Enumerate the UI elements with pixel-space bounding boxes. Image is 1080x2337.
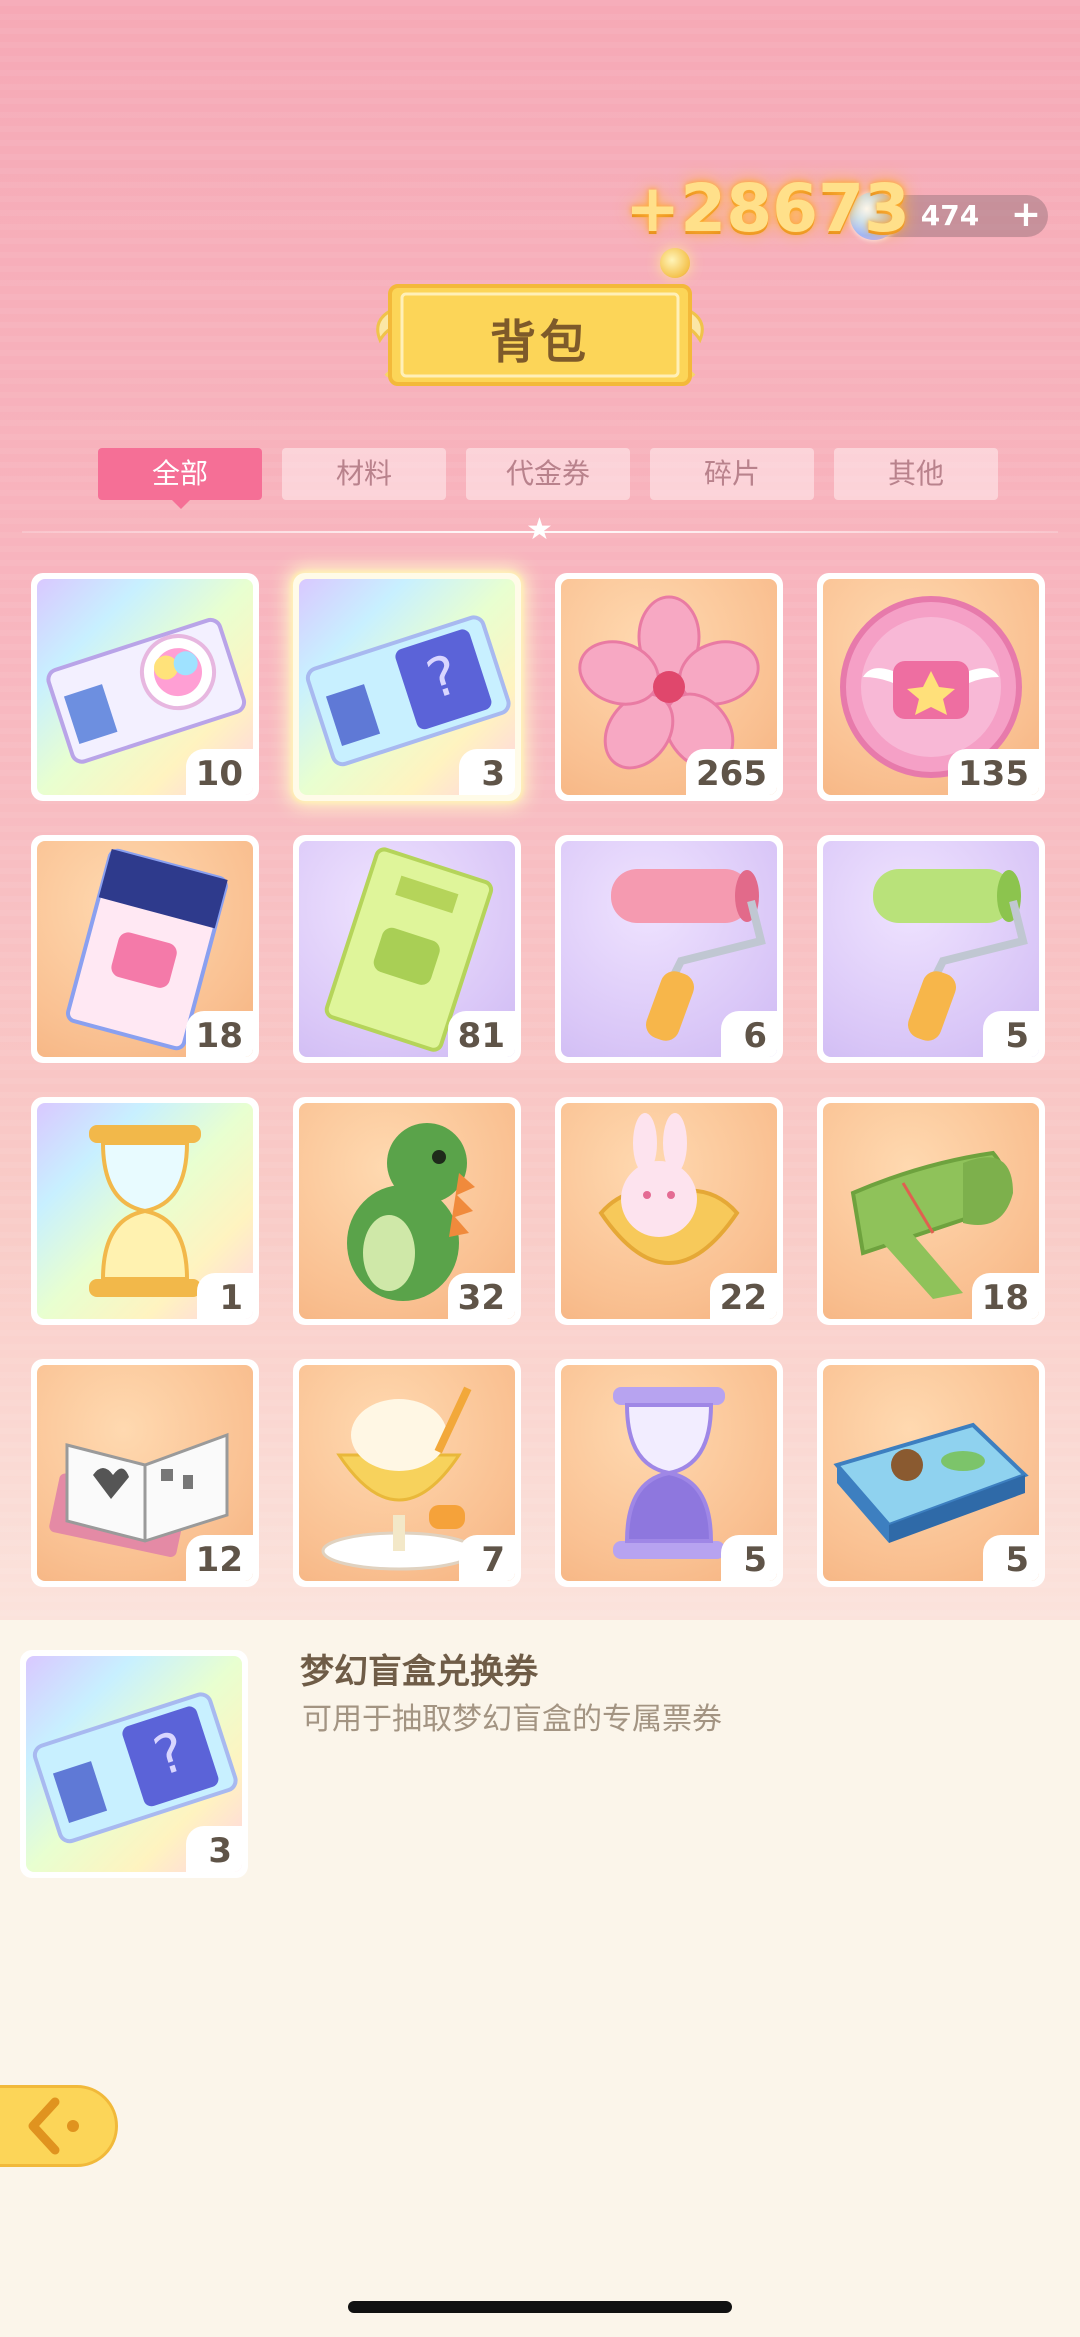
coin-icon: [660, 248, 690, 278]
inventory-item-puzzle-box[interactable]: 5: [817, 1359, 1045, 1587]
tab-materials[interactable]: 材料: [282, 448, 446, 500]
item-count: 1: [197, 1273, 253, 1319]
item-count: 18: [971, 1273, 1039, 1319]
inventory-item-mystery-ticket[interactable]: ? 3: [293, 573, 521, 801]
selected-item-preview: ? 3: [20, 1650, 248, 1878]
currency-value: 474: [920, 199, 980, 232]
item-count: 265: [686, 749, 777, 795]
inventory-item-purple-hourglass[interactable]: 5: [555, 1359, 783, 1587]
item-count: 12: [185, 1535, 253, 1581]
inventory-item-mango-parfait[interactable]: 7: [293, 1359, 521, 1587]
inventory-item-coloring-book[interactable]: 12: [31, 1359, 259, 1587]
inventory-item-green-scarf[interactable]: 18: [817, 1097, 1045, 1325]
inventory-item-green-roller[interactable]: 5: [817, 835, 1045, 1063]
item-count: 3: [459, 749, 515, 795]
item-count: 18: [185, 1011, 253, 1057]
star-icon: ★: [526, 512, 553, 547]
inventory-item-golden-hourglass[interactable]: 1: [31, 1097, 259, 1325]
item-count: 5: [983, 1535, 1039, 1581]
back-button[interactable]: [0, 2085, 118, 2167]
inventory-item-bunny-pouch[interactable]: 22: [555, 1097, 783, 1325]
add-currency-button[interactable]: +: [1008, 197, 1044, 233]
inventory-item-rainbow-ticket[interactable]: 10: [31, 573, 259, 801]
item-count: 81: [447, 1011, 515, 1057]
item-count: 3: [186, 1826, 242, 1872]
item-count: 22: [709, 1273, 777, 1319]
page-title: 背包: [490, 315, 590, 369]
item-count: 10: [185, 749, 253, 795]
reward-popup: +28673: [625, 170, 910, 247]
item-count: 7: [459, 1535, 515, 1581]
item-count: 5: [983, 1011, 1039, 1057]
inventory-item-dinosaur[interactable]: 32: [293, 1097, 521, 1325]
inventory-item-sakura[interactable]: 265: [555, 573, 783, 801]
inventory-item-green-ticket[interactable]: 81: [293, 835, 521, 1063]
inventory-item-pink-roller[interactable]: 6: [555, 835, 783, 1063]
back-arrow-icon: [28, 2097, 79, 2155]
inventory-item-blue-ticket[interactable]: 18: [31, 835, 259, 1063]
item-count: 135: [948, 749, 1039, 795]
tab-vouchers[interactable]: 代金券: [466, 448, 630, 500]
item-count: 5: [721, 1535, 777, 1581]
item-count: 32: [447, 1273, 515, 1319]
item-name: 梦幻盲盒兑换券: [300, 1652, 538, 1692]
tab-fragments[interactable]: 碎片: [650, 448, 814, 500]
item-count: 6: [721, 1011, 777, 1057]
tab-all[interactable]: 全部: [98, 448, 262, 500]
inventory-item-pink-badge[interactable]: 135: [817, 573, 1045, 801]
home-indicator: [348, 2301, 732, 2313]
tab-others[interactable]: 其他: [834, 448, 998, 500]
active-tab-pointer: [171, 499, 191, 509]
item-description: 可用于抽取梦幻盲盒的专属票券: [302, 1702, 722, 1737]
